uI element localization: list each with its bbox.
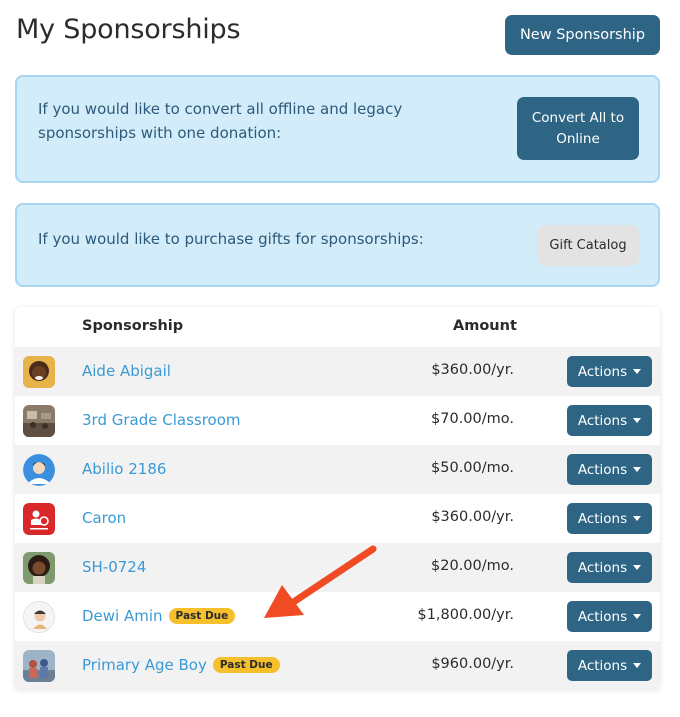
actions-dropdown-button[interactable]: Actions xyxy=(567,405,652,436)
table-row: Aide Abigail $360.00/yr. Actions xyxy=(15,347,660,396)
new-sponsorship-button[interactable]: New Sponsorship xyxy=(505,15,660,55)
table-row: Abilio 2186 $50.00/mo. Actions xyxy=(15,445,660,494)
table-row: Dewi Amin Past Due $1,800.00/yr. Actions xyxy=(15,592,660,641)
caret-down-icon xyxy=(633,417,642,423)
table-row: Caron $360.00/yr. Actions xyxy=(15,494,660,543)
child-illustration-icon xyxy=(23,601,55,633)
caret-down-icon xyxy=(633,613,642,619)
sponsorship-link[interactable]: 3rd Grade Classroom xyxy=(82,411,241,429)
amount-value: $20.00/mo. xyxy=(431,558,514,574)
sponsorship-link[interactable]: Aide Abigail xyxy=(82,362,171,380)
past-due-badge: Past Due xyxy=(168,608,236,624)
actions-dropdown-button[interactable]: Actions xyxy=(567,356,652,387)
gift-info-text: If you would like to purchase gifts for … xyxy=(38,230,424,248)
caret-down-icon xyxy=(633,368,642,374)
past-due-badge: Past Due xyxy=(212,657,280,673)
actions-dropdown-button[interactable]: Actions xyxy=(567,650,652,681)
caret-down-icon xyxy=(633,564,642,570)
table-row: Primary Age Boy Past Due $960.00/yr. Acti… xyxy=(15,641,660,689)
column-header-sponsorship: Sponsorship xyxy=(82,318,184,334)
table-row: SH-0724 $20.00/mo. Actions xyxy=(15,543,660,592)
convert-info-box: If you would like to convert all offline… xyxy=(15,75,660,183)
gift-info-box: If you would like to purchase gifts for … xyxy=(15,203,660,287)
sponsorship-link[interactable]: Primary Age Boy Past Due xyxy=(82,656,280,674)
amount-value: $360.00/yr. xyxy=(431,509,514,525)
page-title: My Sponsorships xyxy=(16,14,241,45)
caret-down-icon xyxy=(633,466,642,472)
sponsorship-link[interactable]: Abilio 2186 xyxy=(82,460,166,478)
amount-value: $1,800.00/yr. xyxy=(417,607,514,623)
child-photo-icon xyxy=(23,552,55,584)
classroom-photo-icon xyxy=(23,405,55,437)
person-avatar-icon xyxy=(23,454,55,486)
table-header: Sponsorship Amount xyxy=(15,307,660,347)
amount-value: $50.00/mo. xyxy=(431,460,514,476)
actions-dropdown-button[interactable]: Actions xyxy=(567,601,652,632)
group-photo-icon xyxy=(23,650,55,682)
child-photo-icon xyxy=(23,356,55,388)
sponsorship-link[interactable]: Caron xyxy=(82,509,126,527)
amount-value: $960.00/yr. xyxy=(431,656,514,672)
caret-down-icon xyxy=(633,515,642,521)
convert-info-text: If you would like to convert all offline… xyxy=(38,100,403,142)
sponsorship-link[interactable]: Dewi Amin Past Due xyxy=(82,607,236,625)
actions-dropdown-button[interactable]: Actions xyxy=(567,503,652,534)
amount-value: $360.00/yr. xyxy=(431,362,514,378)
sponsorship-link[interactable]: SH-0724 xyxy=(82,558,146,576)
actions-dropdown-button[interactable]: Actions xyxy=(567,552,652,583)
column-header-amount: Amount xyxy=(453,318,517,334)
table-row: 3rd Grade Classroom $70.00/mo. Actions xyxy=(15,396,660,445)
gift-catalog-button[interactable]: Gift Catalog xyxy=(537,225,639,266)
caret-down-icon xyxy=(633,662,642,668)
convert-all-button[interactable]: Convert All to Online xyxy=(517,97,639,160)
sponsorships-table: Sponsorship Amount Aide Abigail $360.00/… xyxy=(15,307,660,689)
amount-value: $70.00/mo. xyxy=(431,411,514,427)
actions-dropdown-button[interactable]: Actions xyxy=(567,454,652,485)
organization-logo-icon xyxy=(23,503,55,535)
